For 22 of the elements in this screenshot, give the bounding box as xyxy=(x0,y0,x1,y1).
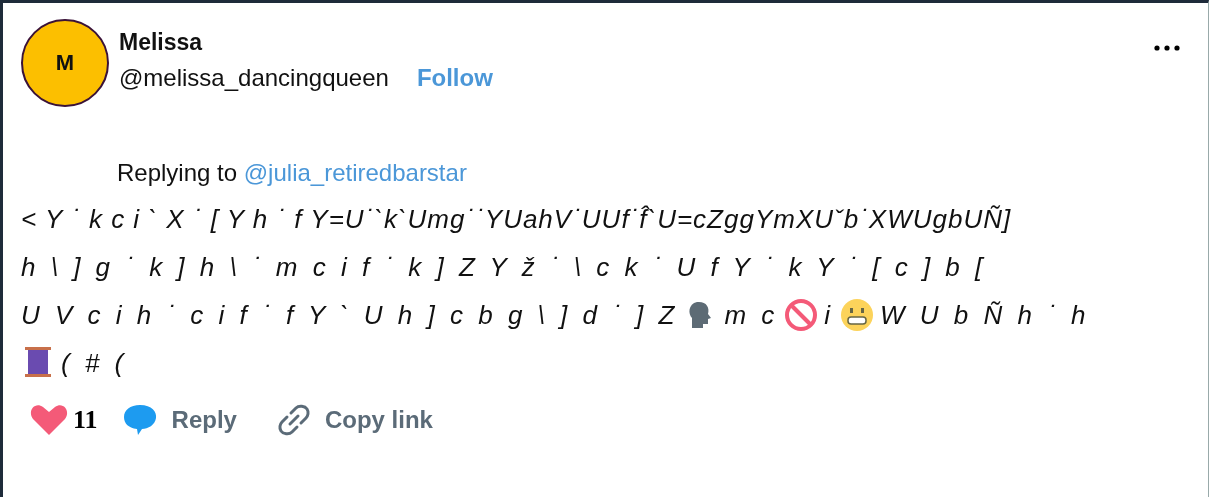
post-text: i xyxy=(824,299,835,331)
follow-link[interactable]: Follow xyxy=(416,64,493,92)
more-icon[interactable] xyxy=(1154,45,1180,51)
copy-link-button[interactable]: Copy link xyxy=(324,406,433,434)
author-handle: @melissa_dancingqueen xyxy=(119,64,389,92)
speech-bubble-icon[interactable] xyxy=(121,403,158,437)
avatar[interactable]: M xyxy=(21,19,109,107)
prohibited-icon xyxy=(784,298,819,332)
reply-button[interactable]: Reply xyxy=(171,406,237,434)
post-text: h \ ] g ˙ k ] h \ ˙ m c i f ˙ k ] Z Y ž ˙ \ c k ˙ U f Y ˙ k Y ˙ [ c ] b [ xyxy=(21,251,987,283)
heart-icon[interactable] xyxy=(29,403,69,437)
post-text: ( # ( xyxy=(61,347,128,379)
grimacing-face-icon xyxy=(840,298,875,332)
mention-link[interactable]: @julia_retiredbarstar xyxy=(243,159,467,186)
post-text: m c xyxy=(724,299,779,331)
link-icon[interactable] xyxy=(276,403,311,437)
post-text: W U b Ñ h ˙ h xyxy=(880,299,1090,331)
author-name: Melissa xyxy=(119,29,204,56)
like-count: 11 xyxy=(73,405,98,435)
post-text: U V c i h ˙ c i f ˙ f Y ` U h ] c b g \ ] d ˙ ] Z xyxy=(21,299,679,331)
replying-to-text: Replying to @julia_retiredbarstar xyxy=(117,159,468,187)
post-text: < Y ˙ k c i ` X ˙ [ Y h ˙ f Y=U˙`k`Umg˙˙YUahV˙UUf˙f̂`U=cZggYmXUˇb˙XWUgbUÑ] xyxy=(21,203,1012,235)
